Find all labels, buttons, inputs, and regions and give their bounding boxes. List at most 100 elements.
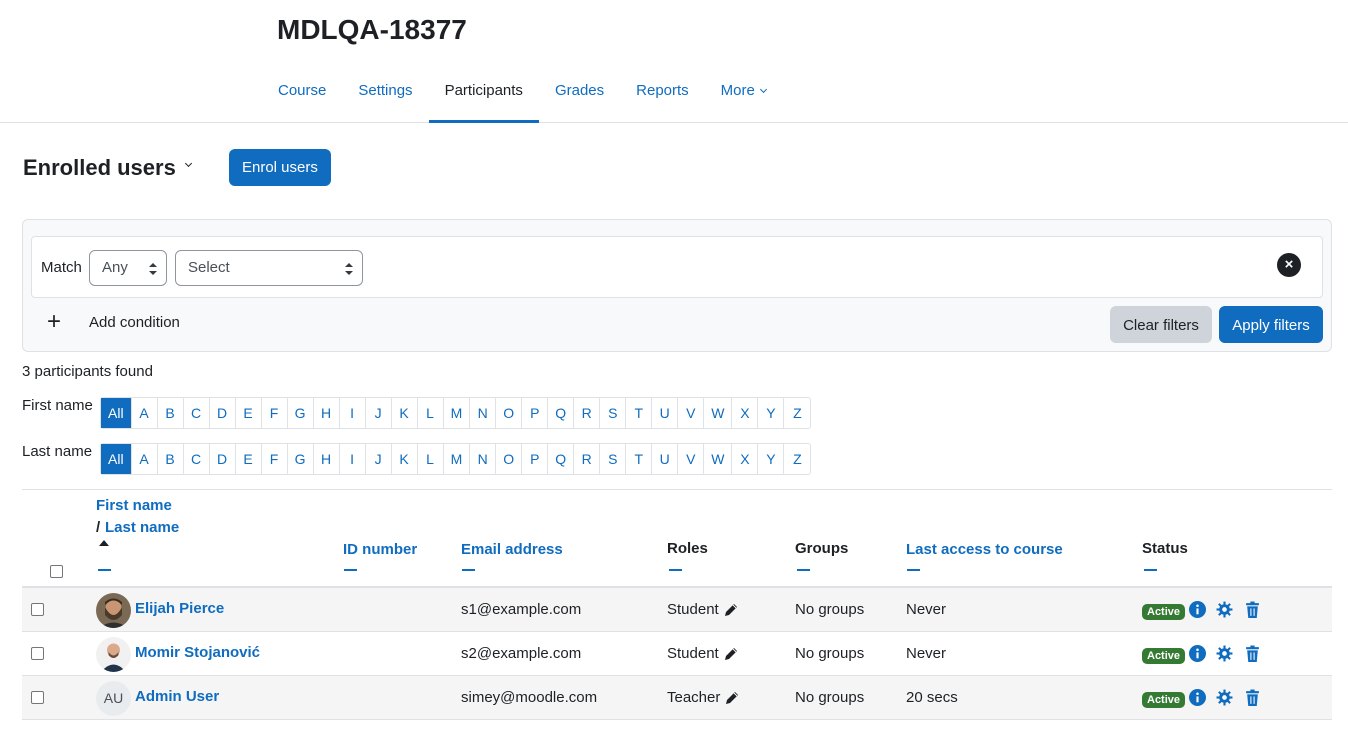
last-initial-l[interactable]: L [418,444,444,474]
select-all-checkbox[interactable] [50,565,63,578]
first-initial-e[interactable]: E [236,398,262,428]
last-initial-v[interactable]: V [678,444,705,474]
last-initial-x[interactable]: X [732,444,759,474]
user-name-link[interactable]: Admin User [135,688,219,705]
info-icon[interactable] [1189,645,1206,662]
first-initial-s[interactable]: S [600,398,627,428]
avatar[interactable] [96,637,131,672]
collapse-column-icon[interactable] [797,569,810,571]
gear-icon[interactable] [1216,689,1233,706]
nav-participants[interactable]: Participants [428,66,540,123]
avatar[interactable] [96,593,131,628]
last-initial-w[interactable]: W [704,444,733,474]
apply-filters-button[interactable]: Apply filters [1219,306,1323,343]
pencil-icon[interactable] [723,602,739,618]
filter-type-select[interactable]: Select [175,250,363,286]
last-initial-s[interactable]: S [600,444,627,474]
first-initial-f[interactable]: F [262,398,288,428]
row-checkbox[interactable] [31,647,44,660]
first-initial-o[interactable]: O [496,398,523,428]
pencil-icon[interactable] [723,646,739,662]
first-initial-t[interactable]: T [626,398,653,428]
sort-last-access[interactable]: Last access to course [906,541,1063,558]
last-initial-q[interactable]: Q [548,444,575,474]
nav-more[interactable]: More [705,66,782,123]
collapse-column-icon[interactable] [344,569,357,571]
last-initial-m[interactable]: M [444,444,471,474]
collapse-column-icon[interactable] [1144,569,1157,571]
nav-course[interactable]: Course [262,66,342,123]
last-initial-z[interactable]: Z [784,444,810,474]
last-initial-j[interactable]: J [366,444,392,474]
match-select[interactable]: Any [89,250,167,286]
first-initial-b[interactable]: B [158,398,184,428]
first-initial-q[interactable]: Q [548,398,575,428]
last-initial-h[interactable]: H [314,444,340,474]
last-initial-a[interactable]: A [132,444,158,474]
pencil-icon[interactable] [724,690,740,706]
enrol-users-button[interactable]: Enrol users [229,149,331,186]
last-initial-f[interactable]: F [262,444,288,474]
first-initial-j[interactable]: J [366,398,392,428]
last-initial-o[interactable]: O [496,444,523,474]
first-initial-k[interactable]: K [392,398,418,428]
sort-first-name[interactable]: First name [96,497,172,514]
user-name-link[interactable]: Elijah Pierce [135,600,224,617]
first-initial-y[interactable]: Y [758,398,785,428]
first-initial-i[interactable]: I [340,398,366,428]
first-initial-w[interactable]: W [704,398,733,428]
last-initial-y[interactable]: Y [758,444,785,474]
last-initial-i[interactable]: I [340,444,366,474]
gear-icon[interactable] [1216,601,1233,618]
last-initial-k[interactable]: K [392,444,418,474]
first-initial-x[interactable]: X [732,398,759,428]
last-initial-g[interactable]: G [288,444,314,474]
last-initial-c[interactable]: C [184,444,210,474]
gear-icon[interactable] [1216,645,1233,662]
last-initial-all[interactable]: All [101,444,132,474]
collapse-column-icon[interactable] [98,569,111,571]
first-initial-g[interactable]: G [288,398,314,428]
first-initial-p[interactable]: P [522,398,549,428]
first-initial-l[interactable]: L [418,398,444,428]
trash-icon[interactable] [1244,645,1261,662]
close-circle-icon[interactable]: × [1277,253,1301,277]
collapse-column-icon[interactable] [907,569,920,571]
last-initial-t[interactable]: T [626,444,653,474]
row-checkbox[interactable] [31,691,44,704]
nav-grades[interactable]: Grades [539,66,620,123]
last-initial-b[interactable]: B [158,444,184,474]
first-initial-d[interactable]: D [210,398,236,428]
collapse-column-icon[interactable] [669,569,682,571]
last-initial-d[interactable]: D [210,444,236,474]
first-initial-z[interactable]: Z [784,398,810,428]
add-condition-button[interactable]: + Add condition [47,310,180,334]
info-icon[interactable] [1189,601,1206,618]
last-initial-p[interactable]: P [522,444,549,474]
first-initial-u[interactable]: U [652,398,679,428]
sort-last-name[interactable]: Last name [105,519,179,536]
first-initial-a[interactable]: A [132,398,158,428]
last-initial-r[interactable]: R [574,444,601,474]
first-initial-h[interactable]: H [314,398,340,428]
avatar[interactable]: AU [96,681,131,716]
row-checkbox[interactable] [31,603,44,616]
first-initial-m[interactable]: M [444,398,471,428]
first-initial-n[interactable]: N [470,398,497,428]
first-initial-all[interactable]: All [101,398,132,428]
first-initial-v[interactable]: V [678,398,705,428]
page-heading[interactable]: Enrolled users [23,155,176,181]
trash-icon[interactable] [1244,601,1261,618]
last-initial-e[interactable]: E [236,444,262,474]
user-name-link[interactable]: Momir Stojanović [135,644,260,661]
first-initial-r[interactable]: R [574,398,601,428]
first-initial-c[interactable]: C [184,398,210,428]
nav-settings[interactable]: Settings [342,66,428,123]
info-icon[interactable] [1189,689,1206,706]
last-initial-u[interactable]: U [652,444,679,474]
heading-row[interactable]: Enrolled users [23,149,192,186]
last-initial-n[interactable]: N [470,444,497,474]
nav-reports[interactable]: Reports [620,66,705,123]
collapse-column-icon[interactable] [462,569,475,571]
sort-email[interactable]: Email address [461,541,563,558]
